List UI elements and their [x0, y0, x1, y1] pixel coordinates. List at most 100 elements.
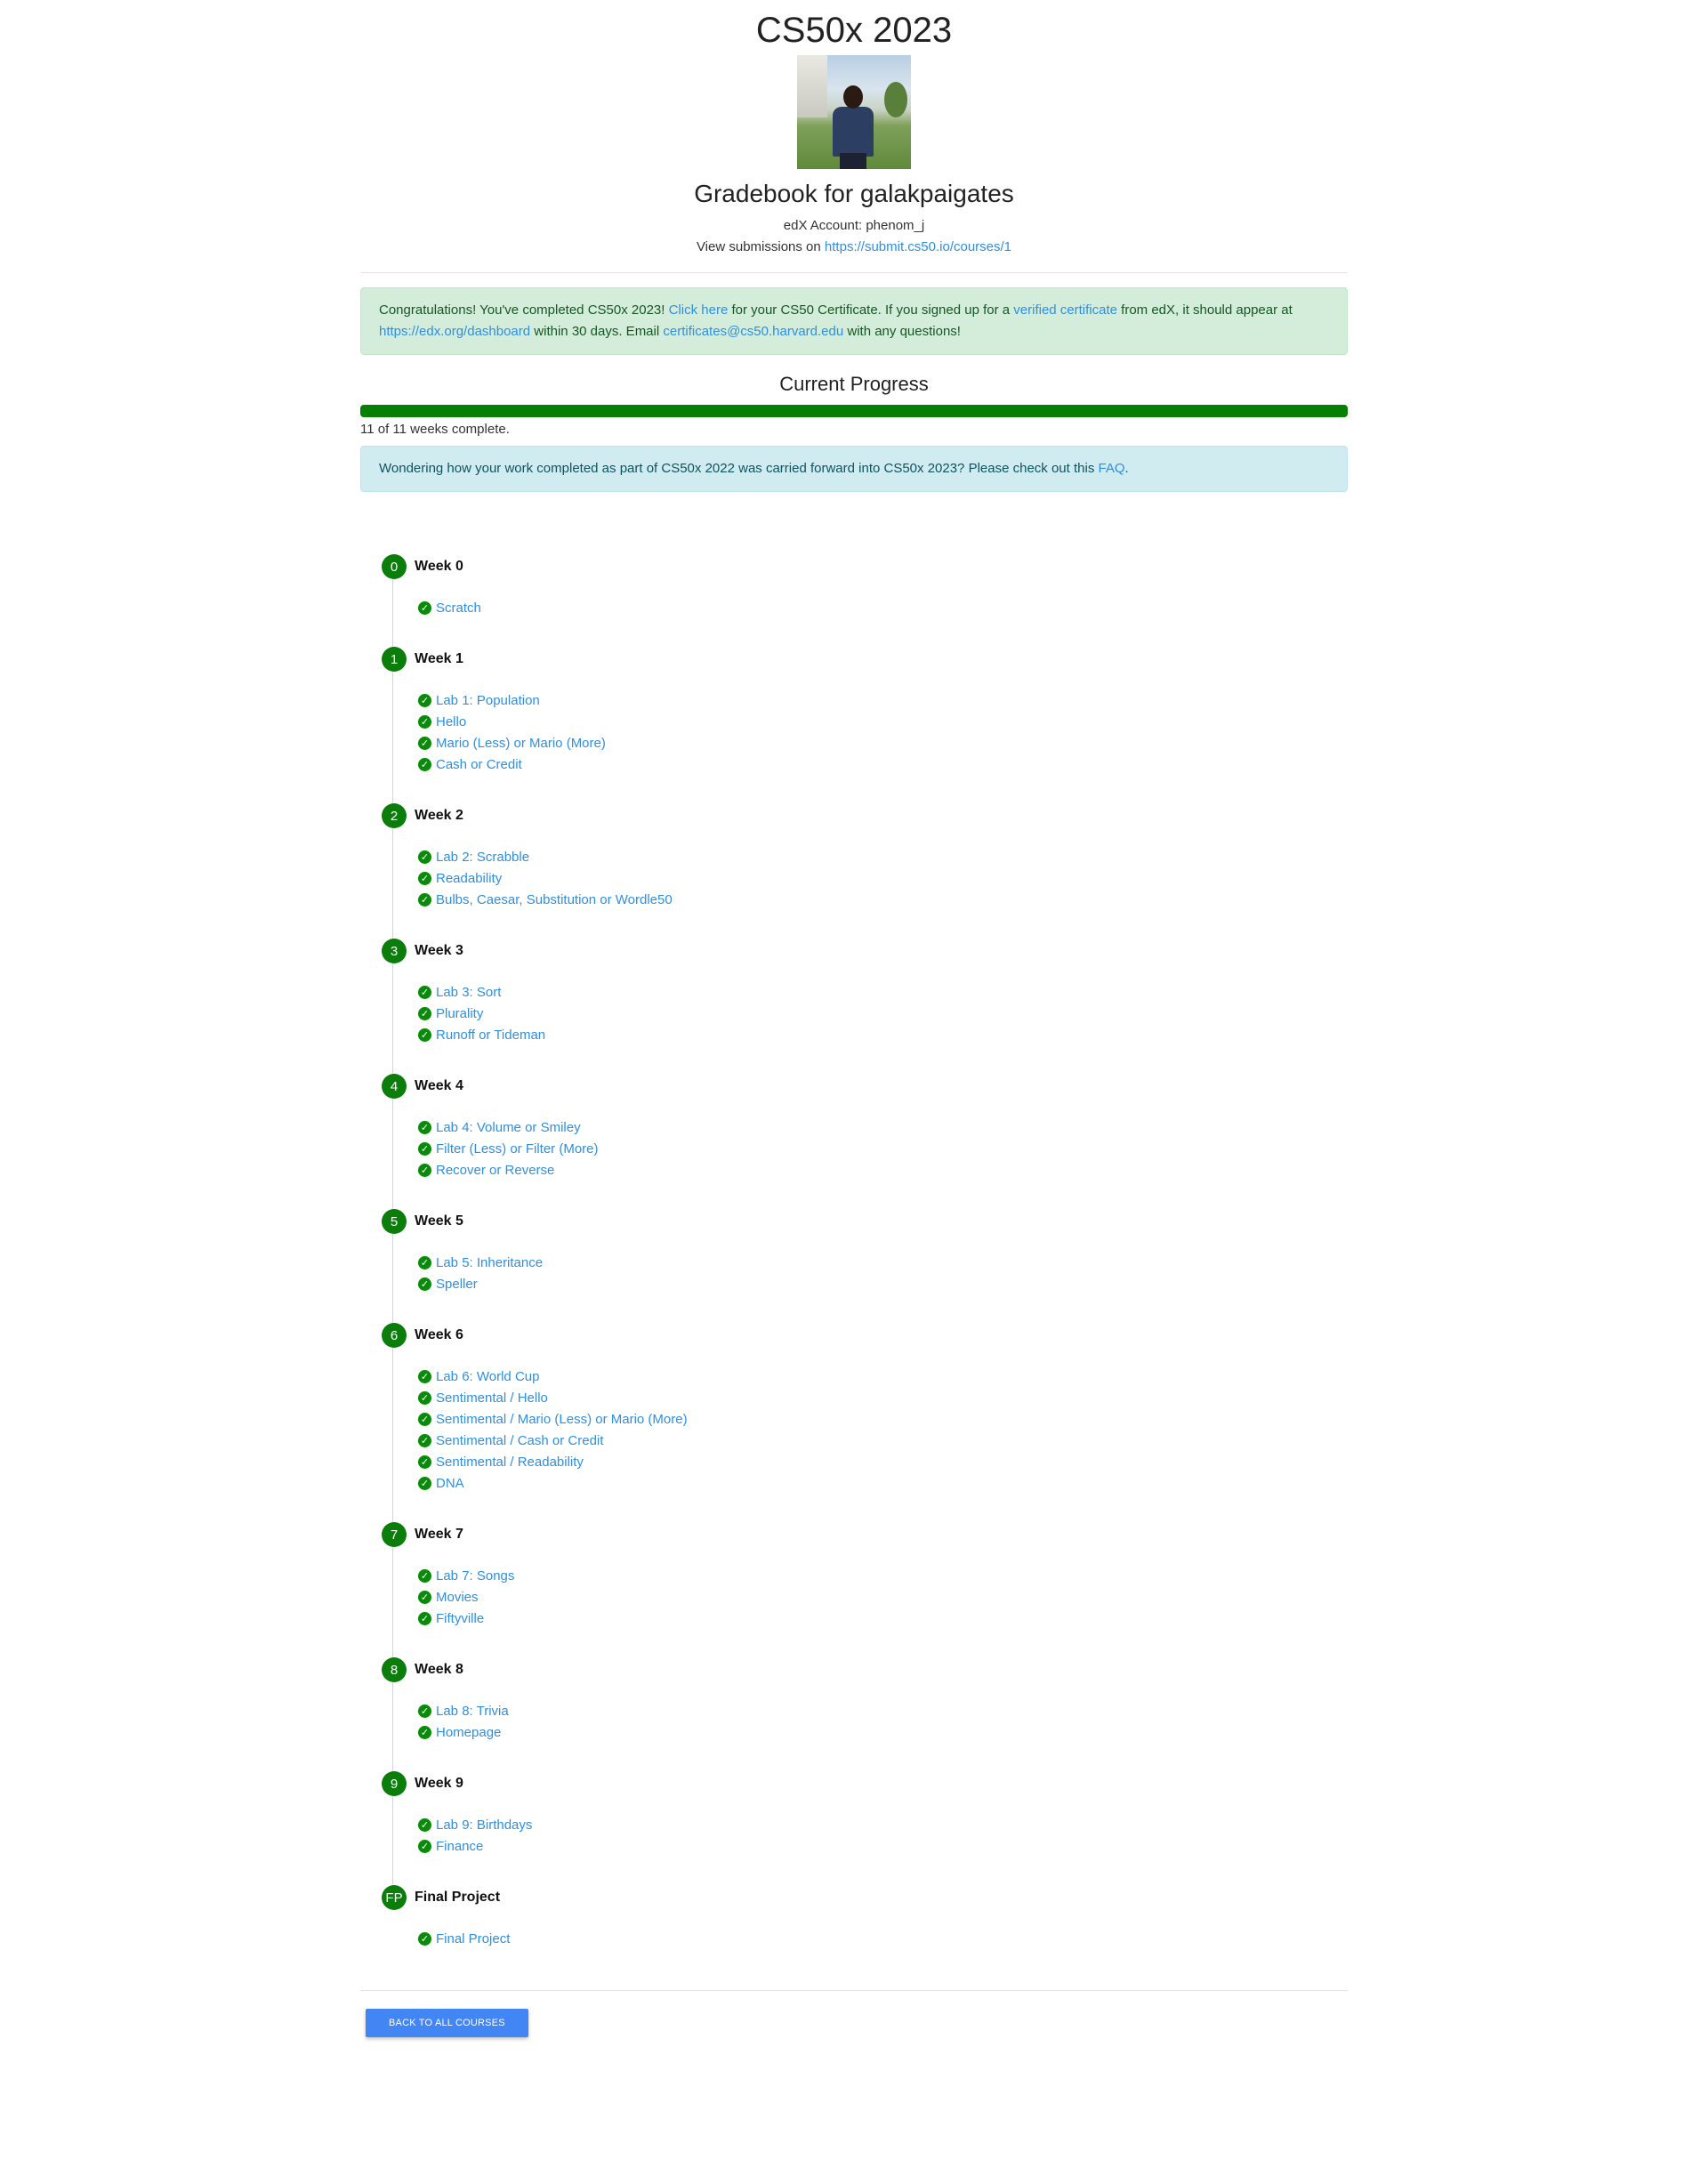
assignment-link[interactable]: Runoff or Tideman: [436, 1028, 545, 1043]
week-number-badge: FP: [382, 1885, 407, 1910]
congrats-text-2: for your CS50 Certificate. If you signed…: [731, 302, 1011, 318]
assignment-link[interactable]: Homepage: [436, 1725, 501, 1740]
check-circle-icon: ✓: [418, 1568, 431, 1583]
assignment-link[interactable]: Lab 4: Volume or Smiley: [436, 1120, 581, 1135]
check-circle-icon: ✓: [418, 1433, 431, 1447]
assignment-link[interactable]: Sentimental / Readability: [436, 1455, 584, 1470]
edx-dashboard-link[interactable]: https://edx.org/dashboard: [379, 324, 530, 339]
assignment-item: ✓ Runoff or Tideman: [418, 1024, 1348, 1045]
check-circle-icon: ✓: [418, 736, 431, 750]
assignment-item: ✓ Sentimental / Readability: [418, 1451, 1348, 1472]
week-section: 5 Week 5 ✓ Lab 5: Inheritance ✓ Speller: [382, 1209, 1348, 1294]
week-header: 5 Week 5: [382, 1209, 1348, 1234]
week-section: 6 Week 6 ✓ Lab 6: World Cup ✓ Sentimental / H…: [382, 1323, 1348, 1494]
week-section: 2 Week 2 ✓ Lab 2: Scrabble ✓ Readability ✓ Bulb…: [382, 803, 1348, 910]
assignment-link[interactable]: Readability: [436, 871, 502, 886]
week-section: 1 Week 1 ✓ Lab 1: Population ✓ Hello ✓ Mario (L…: [382, 647, 1348, 775]
faq-link[interactable]: FAQ: [1099, 461, 1125, 476]
assignment-link[interactable]: DNA: [436, 1476, 464, 1491]
check-circle-icon: ✓: [418, 1725, 431, 1739]
submissions-link[interactable]: https://submit.cs50.io/courses/1: [825, 239, 1011, 254]
assignment-link[interactable]: Scratch: [436, 600, 481, 616]
assignment-link[interactable]: Cash or Credit: [436, 757, 522, 772]
assignment-link[interactable]: Recover or Reverse: [436, 1163, 554, 1178]
assignment-item: ✓ Cash or Credit: [418, 754, 1348, 775]
week-number-badge: 3: [382, 939, 407, 963]
assignment-link[interactable]: Bulbs, Caesar, Substitution or Wordle50: [436, 892, 673, 907]
week-number-badge: 6: [382, 1323, 407, 1348]
footer-divider: [360, 1990, 1348, 1991]
assignment-list: ✓ Scratch: [382, 597, 1348, 618]
assignment-link[interactable]: Mario (Less) or Mario (More): [436, 736, 606, 751]
assignment-link[interactable]: Lab 7: Songs: [436, 1568, 514, 1584]
assignment-link[interactable]: Movies: [436, 1590, 479, 1605]
assignment-link[interactable]: Lab 5: Inheritance: [436, 1255, 543, 1270]
progress-bar: [360, 405, 1348, 417]
assignment-link[interactable]: Hello: [436, 714, 466, 729]
week-label: Week 8: [415, 1662, 463, 1677]
check-circle-icon: ✓: [418, 1817, 431, 1832]
check-circle-icon: ✓: [418, 693, 431, 707]
progress-title: Current Progress: [779, 373, 929, 395]
week-number-badge: 8: [382, 1657, 407, 1682]
assignment-list: ✓ Lab 6: World Cup ✓ Sentimental / Hello ✓ Se…: [382, 1366, 1348, 1494]
certificates-email-link[interactable]: certificates@cs50.harvard.edu: [663, 324, 843, 339]
back-to-all-courses-button[interactable]: BACK TO ALL COURSES: [366, 2009, 528, 2037]
week-label: Week 1: [415, 651, 463, 666]
check-circle-icon: ✓: [418, 1390, 431, 1405]
assignment-link[interactable]: Lab 2: Scrabble: [436, 850, 529, 865]
assignment-link[interactable]: Speller: [436, 1277, 478, 1292]
assignment-link[interactable]: Sentimental / Cash or Credit: [436, 1433, 603, 1448]
assignment-link[interactable]: Lab 6: World Cup: [436, 1369, 539, 1384]
faq-text: Wondering how your work completed as par…: [379, 461, 1095, 476]
check-circle-icon: ✓: [418, 1163, 431, 1177]
week-section: 9 Week 9 ✓ Lab 9: Birthdays ✓ Finance: [382, 1771, 1348, 1857]
week-number-badge: 4: [382, 1074, 407, 1099]
week-number-badge: 7: [382, 1522, 407, 1547]
assignment-link[interactable]: Lab 1: Population: [436, 693, 540, 708]
assignment-item: ✓ Finance: [418, 1835, 1348, 1857]
week-label: Week 4: [415, 1078, 463, 1093]
assignment-item: ✓ Sentimental / Cash or Credit: [418, 1430, 1348, 1451]
check-circle-icon: ✓: [418, 871, 431, 885]
assignment-item: ✓ Homepage: [418, 1721, 1348, 1743]
week-label: Week 7: [415, 1527, 463, 1542]
progress-text: 11 of 11 weeks complete.: [360, 422, 510, 437]
week-label: Week 5: [415, 1213, 463, 1229]
assignment-link[interactable]: Filter (Less) or Filter (More): [436, 1141, 599, 1157]
verified-certificate-link[interactable]: verified certificate: [1013, 302, 1117, 318]
assignment-link[interactable]: Fiftyville: [436, 1611, 484, 1626]
week-header: FP Final Project: [382, 1885, 1348, 1910]
assignment-link[interactable]: Plurality: [436, 1006, 483, 1021]
assignment-item: ✓ DNA: [418, 1472, 1348, 1494]
check-circle-icon: ✓: [418, 1590, 431, 1604]
check-circle-icon: ✓: [418, 1369, 431, 1383]
assignment-item: ✓ Lab 7: Songs: [418, 1565, 1348, 1586]
check-circle-icon: ✓: [418, 1255, 431, 1269]
congrats-alert: Congratulations! You've completed CS50x …: [360, 287, 1348, 355]
assignment-link[interactable]: Lab 9: Birthdays: [436, 1817, 532, 1833]
assignment-link[interactable]: Finance: [436, 1839, 483, 1854]
week-label: Final Project: [415, 1890, 501, 1905]
assignment-list: ✓ Lab 3: Sort ✓ Plurality ✓ Runoff or Tideman: [382, 981, 1348, 1045]
submissions-prefix: View submissions on: [696, 239, 821, 254]
check-circle-icon: ✓: [418, 985, 431, 999]
certificate-link[interactable]: Click here: [669, 302, 729, 318]
assignment-link[interactable]: Sentimental / Mario (Less) or Mario (Mor…: [436, 1412, 688, 1427]
week-section: 0 Week 0 ✓ Scratch: [382, 554, 1348, 618]
assignment-link[interactable]: Lab 8: Trivia: [436, 1704, 509, 1719]
assignment-list: ✓ Lab 9: Birthdays ✓ Finance: [382, 1814, 1348, 1857]
week-section: 3 Week 3 ✓ Lab 3: Sort ✓ Plurality ✓ Runoff or …: [382, 939, 1348, 1045]
assignment-item: ✓ Lab 8: Trivia: [418, 1700, 1348, 1721]
assignment-link[interactable]: Final Project: [436, 1931, 510, 1946]
check-circle-icon: ✓: [418, 1120, 431, 1134]
assignment-item: ✓ Lab 9: Birthdays: [418, 1814, 1348, 1835]
assignment-list: ✓ Lab 2: Scrabble ✓ Readability ✓ Bulbs, Caes…: [382, 846, 1348, 910]
assignment-item: ✓ Filter (Less) or Filter (More): [418, 1138, 1348, 1159]
assignment-item: ✓ Movies: [418, 1586, 1348, 1608]
assignment-link[interactable]: Lab 3: Sort: [436, 985, 501, 1000]
check-circle-icon: ✓: [418, 1611, 431, 1625]
assignment-link[interactable]: Sentimental / Hello: [436, 1390, 548, 1406]
week-header: 9 Week 9: [382, 1771, 1348, 1796]
week-section: FP Final Project ✓ Final Project: [382, 1885, 1348, 1949]
